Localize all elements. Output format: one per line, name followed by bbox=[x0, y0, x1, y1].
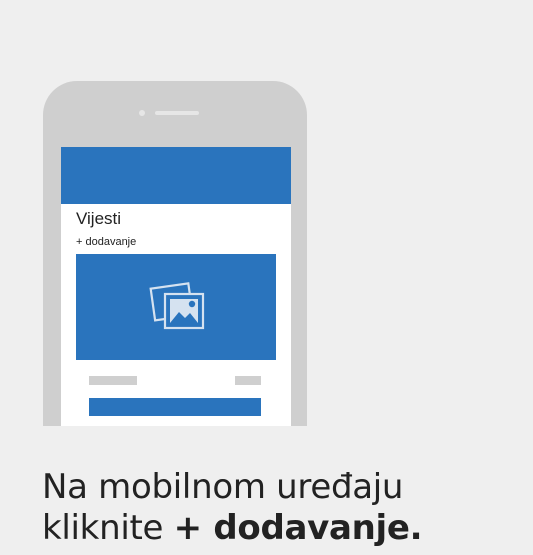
placeholder-blue-bar bbox=[89, 398, 261, 416]
news-card-image bbox=[76, 254, 276, 360]
phone-screen: Vijesti + dodavanje bbox=[61, 147, 291, 426]
caption-line-2-prefix: kliknite bbox=[42, 508, 174, 548]
phone-illustration: Vijesti + dodavanje bbox=[43, 81, 307, 426]
add-news-link[interactable]: + dodavanje bbox=[76, 235, 136, 249]
instruction-caption: Na mobilnom uređaju kliknite + dodavanje… bbox=[42, 467, 512, 549]
phone-speaker bbox=[155, 111, 199, 115]
caption-line-2: kliknite + dodavanje. bbox=[42, 508, 512, 549]
news-web-part-title: Vijesti bbox=[76, 209, 122, 228]
caption-line-1: Na mobilnom uređaju bbox=[42, 467, 404, 507]
placeholder-text-bar bbox=[89, 376, 137, 385]
placeholder-text-bar-short bbox=[235, 376, 261, 385]
phone-camera bbox=[139, 110, 145, 116]
caption-add-emphasis: + dodavanje. bbox=[173, 508, 423, 548]
image-icon bbox=[149, 282, 205, 330]
screen-header-bar bbox=[61, 147, 291, 204]
